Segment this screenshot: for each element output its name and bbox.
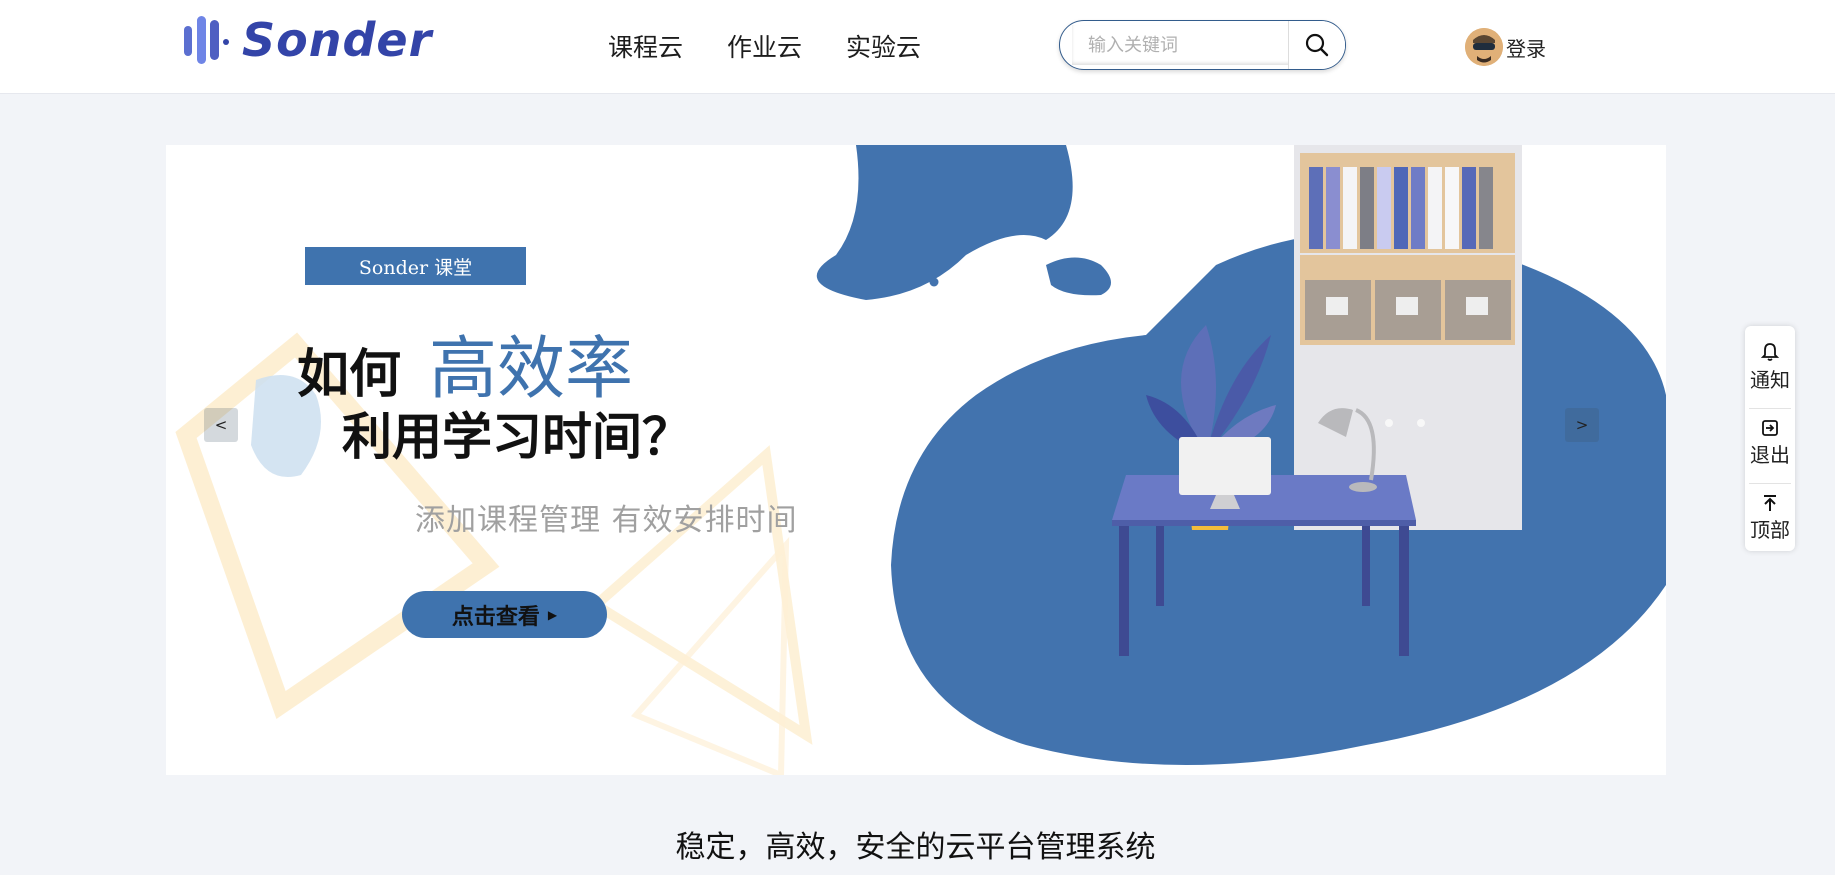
to-top-icon [1764,495,1776,511]
search-button[interactable] [1288,21,1345,69]
back-to-top-label: 顶部 [1750,518,1790,542]
headline-prefix: 如何 [297,345,402,405]
carousel-next-button[interactable]: > [1565,408,1599,442]
logo-mark-icon [180,12,240,68]
top-header: Sonder 课程云 作业云 实验云 登录 [0,0,1835,94]
logo[interactable]: Sonder [180,12,432,68]
view-more-label: 点击查看 [451,604,540,630]
logout-button[interactable]: 退出 [1745,411,1795,481]
nav-item-course-cloud[interactable]: 课程云 [608,28,683,64]
banner-headline-line2: 利用学习时间？ [342,408,692,466]
logout-label: 退出 [1750,443,1790,467]
login-label: 登录 [1506,36,1546,61]
hero-banner: Sonder 课堂 如何 高效率 利用学习时间？ 添加课程管理 有效安排时间 点… [166,145,1666,775]
search-box [1059,20,1346,70]
slogan: 稳定，高效，安全的云平台管理系统 [0,822,1835,866]
play-arrow-icon: ▶ [547,607,558,622]
divider [1749,483,1791,484]
bell-icon [1761,343,1779,361]
main-nav: 课程云 作业云 实验云 [608,28,921,64]
nav-item-lab-cloud[interactable]: 实验云 [846,28,921,64]
carousel-prev-button[interactable]: < [204,408,238,442]
notification-button[interactable]: 通知 [1745,336,1795,406]
logo-text: Sonder [242,13,433,67]
login-link[interactable]: 登录 [1465,28,1546,66]
logout-icon [1762,420,1778,436]
divider [1749,408,1791,409]
side-toolbar: 通知 退出 顶部 [1745,326,1795,551]
back-to-top-button[interactable]: 顶部 [1745,486,1795,556]
view-more-button[interactable]: 点击查看 ▶ [402,591,607,638]
nav-item-homework-cloud[interactable]: 作业云 [727,28,802,64]
banner-tag: Sonder 课堂 [305,247,526,285]
search-icon [1305,33,1329,57]
banner-subtitle: 添加课程管理 有效安排时间 [415,503,798,538]
avatar [1465,28,1503,66]
slogan-text: 稳定，高效，安全的云平台管理系统 [675,830,1156,865]
notification-label: 通知 [1750,368,1790,392]
